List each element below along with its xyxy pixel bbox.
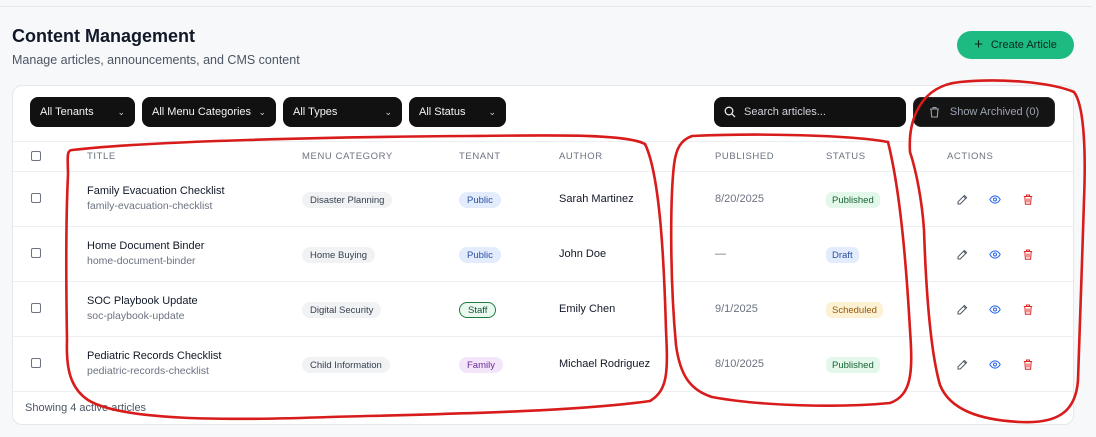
status-filter-dropdown[interactable]: All Status ⌄ — [409, 97, 506, 127]
tenant-filter-label: All Tenants — [40, 106, 94, 118]
tenant-badge: Staff — [459, 302, 497, 318]
menu-category-filter-dropdown[interactable]: All Menu Categories ⌄ — [142, 97, 276, 127]
column-header-published: PUBLISHED — [715, 151, 775, 162]
search-box[interactable] — [714, 97, 906, 127]
article-title[interactable]: Home Document Binder — [87, 240, 204, 252]
search-input[interactable] — [744, 106, 894, 118]
menu-category-filter-label: All Menu Categories — [152, 106, 252, 118]
page-title: Content Management — [12, 26, 196, 46]
category-badge: Home Buying — [302, 247, 376, 263]
edit-icon[interactable] — [955, 247, 969, 261]
tenant-filter-dropdown[interactable]: All Tenants ⌄ — [30, 97, 135, 127]
category-badge: Child Information — [302, 357, 390, 373]
tenant-badge: Family — [459, 357, 503, 373]
published-date: 8/20/2025 — [715, 193, 764, 205]
chevron-down-icon: ⌄ — [258, 106, 266, 117]
tenant-badge: Public — [459, 247, 501, 263]
view-icon[interactable] — [988, 192, 1002, 206]
view-icon[interactable] — [988, 302, 1002, 316]
row-checkbox[interactable] — [31, 248, 41, 258]
chevron-down-icon: ⌄ — [117, 106, 125, 117]
page-subtitle: Manage articles, announcements, and CMS … — [12, 53, 300, 67]
create-article-label: Create Article — [990, 39, 1057, 51]
published-date: — — [715, 248, 726, 260]
delete-icon[interactable] — [1021, 302, 1035, 316]
edit-icon[interactable] — [955, 302, 969, 316]
published-date: 8/10/2025 — [715, 358, 764, 370]
status-badge: Scheduled — [826, 302, 883, 318]
create-article-button[interactable]: + Create Article — [957, 31, 1074, 59]
column-header-tenant: TENANT — [459, 151, 501, 162]
author-name: Sarah Martinez — [559, 193, 634, 205]
table-row: Home Document Binder home-document-binde… — [13, 227, 1073, 282]
delete-icon[interactable] — [1021, 357, 1035, 371]
plus-icon: + — [974, 36, 983, 53]
delete-icon[interactable] — [1021, 247, 1035, 261]
author-name: Emily Chen — [559, 303, 616, 315]
column-header-actions: ACTIONS — [947, 151, 994, 162]
table-row: Pediatric Records Checklist pediatric-re… — [13, 337, 1073, 392]
article-slug: family-evacuation-checklist — [87, 200, 213, 212]
author-name: Michael Rodriguez — [559, 358, 651, 370]
status-badge: Published — [826, 357, 880, 373]
category-badge: Disaster Planning — [302, 192, 393, 208]
filter-bar: All Tenants ⌄ All Menu Categories ⌄ All … — [30, 97, 506, 127]
column-header-title: TITLE — [87, 151, 116, 162]
article-slug: pediatric-records-checklist — [87, 365, 209, 377]
table-header: TITLE MENU CATEGORY TENANT AUTHOR PUBLIS… — [13, 141, 1073, 172]
delete-icon[interactable] — [1021, 192, 1035, 206]
table-row: Family Evacuation Checklist family-evacu… — [13, 172, 1073, 227]
category-badge: Digital Security — [302, 302, 382, 318]
chevron-down-icon: ⌄ — [384, 106, 392, 117]
row-checkbox[interactable] — [31, 193, 41, 203]
edit-icon[interactable] — [955, 357, 969, 371]
tenant-badge: Public — [459, 192, 501, 208]
view-icon[interactable] — [988, 357, 1002, 371]
article-title[interactable]: SOC Playbook Update — [87, 295, 198, 307]
column-header-author: AUTHOR — [559, 151, 603, 162]
status-filter-label: All Status — [419, 106, 466, 118]
published-date: 9/1/2025 — [715, 303, 758, 315]
article-title[interactable]: Pediatric Records Checklist — [87, 350, 222, 362]
show-archived-button[interactable]: Show Archived (0) — [913, 97, 1055, 127]
row-checkbox[interactable] — [31, 303, 41, 313]
status-badge: Draft — [826, 247, 859, 263]
archive-trash-icon — [929, 106, 939, 118]
type-filter-dropdown[interactable]: All Types ⌄ — [283, 97, 402, 127]
edit-icon[interactable] — [955, 192, 969, 206]
article-slug: soc-playbook-update — [87, 310, 185, 322]
page-header: Content Management Manage articles, anno… — [12, 26, 300, 67]
column-header-status: STATUS — [826, 151, 866, 162]
top-divider — [0, 6, 1092, 7]
select-all-checkbox[interactable] — [31, 151, 41, 161]
column-header-menu-category: MENU CATEGORY — [302, 151, 393, 162]
view-icon[interactable] — [988, 247, 1002, 261]
chevron-down-icon: ⌄ — [488, 106, 496, 117]
status-badge: Published — [826, 192, 880, 208]
article-slug: home-document-binder — [87, 255, 196, 267]
table-row: SOC Playbook Update soc-playbook-update … — [13, 282, 1073, 337]
row-checkbox[interactable] — [31, 358, 41, 368]
show-archived-label: Show Archived (0) — [949, 106, 1040, 118]
search-icon — [724, 106, 736, 118]
author-name: John Doe — [559, 248, 607, 260]
type-filter-label: All Types — [293, 106, 338, 118]
article-title[interactable]: Family Evacuation Checklist — [87, 185, 225, 197]
article-count-footer: Showing 4 active articles — [25, 402, 147, 414]
